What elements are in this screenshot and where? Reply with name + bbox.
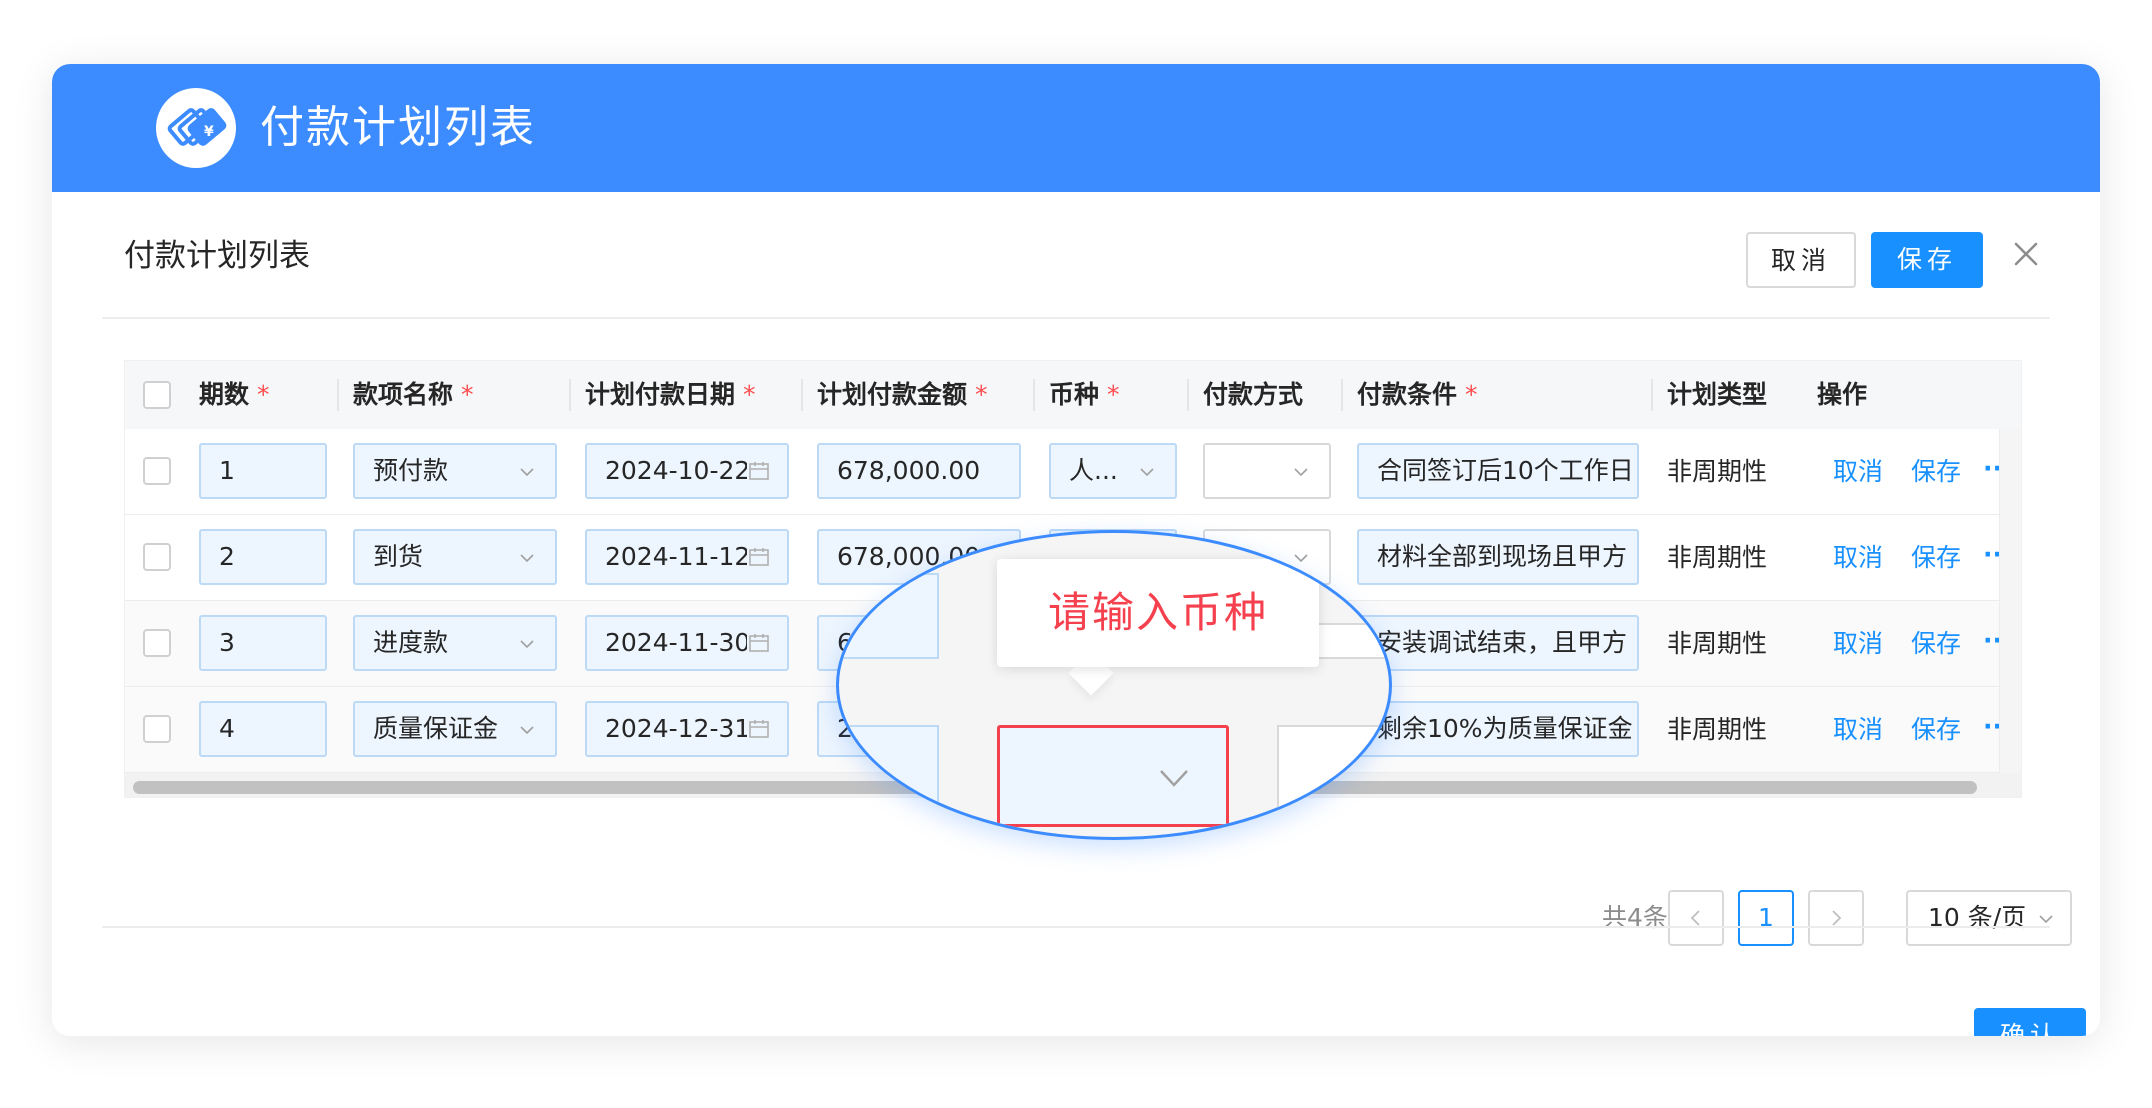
chevron-left-icon	[1690, 910, 1700, 926]
page-size-select[interactable]: 10 条/页	[1906, 890, 2072, 946]
confirm-button[interactable]: 确认	[1974, 1008, 2086, 1036]
row-save-link[interactable]: 保存	[1911, 515, 1961, 601]
plan-type: 非周期性	[1667, 629, 1768, 658]
column-header-condition: 付款条件 *	[1357, 380, 1478, 409]
plan-type: 非周期性	[1667, 457, 1768, 486]
select-all-checkbox[interactable]	[143, 381, 171, 409]
condition-input[interactable]: 剩余10%为质量保证金	[1357, 701, 1639, 757]
cancel-button[interactable]: 取消	[1746, 232, 1856, 288]
method-select[interactable]	[1203, 443, 1331, 499]
name-select[interactable]: 质量保证金	[353, 701, 557, 757]
prev-page-button[interactable]	[1668, 890, 1724, 946]
column-separator	[1187, 379, 1189, 411]
name-select[interactable]: 到货	[353, 529, 557, 585]
chevron-down-icon	[520, 726, 534, 735]
chevron-down-icon	[520, 554, 534, 563]
plan-type: 非周期性	[1667, 715, 1768, 744]
magnified-amount-input	[839, 725, 939, 837]
date-picker[interactable]: 2024-11-30	[585, 615, 789, 671]
column-header-method: 付款方式	[1203, 380, 1304, 409]
row-checkbox[interactable]	[143, 457, 171, 485]
dialog-title: 付款计划列表	[124, 238, 310, 274]
column-header-type: 计划类型	[1667, 380, 1768, 409]
plan-type: 非周期性	[1667, 543, 1768, 572]
row-cancel-link[interactable]: 取消	[1833, 515, 1883, 601]
chevron-down-icon	[1294, 468, 1308, 477]
footer-divider	[102, 926, 2050, 928]
column-separator	[801, 379, 803, 411]
date-picker[interactable]: 2024-11-12	[585, 529, 789, 585]
period-input[interactable]: 3	[199, 615, 327, 671]
period-input[interactable]: 2	[199, 529, 327, 585]
header-banner: ¥ 付款计划列表	[52, 64, 2100, 192]
calendar-icon	[747, 631, 771, 655]
svg-text:¥: ¥	[204, 124, 214, 140]
column-separator	[1341, 379, 1343, 411]
period-input[interactable]: 4	[199, 701, 327, 757]
name-select[interactable]: 预付款	[353, 443, 557, 499]
amount-input[interactable]: 678,000.00	[817, 443, 1021, 499]
condition-input[interactable]: 材料全部到现场且甲方	[1357, 529, 1639, 585]
logo: ¥	[156, 88, 236, 168]
column-separator	[569, 379, 571, 411]
column-header-actions: 操作	[1817, 380, 1868, 409]
pagination-total: 共4条	[1602, 903, 1668, 932]
chevron-down-icon	[2039, 915, 2053, 924]
condition-input[interactable]: 合同签订后10个工作日	[1357, 443, 1639, 499]
table-row: 1 预付款 2024-10-22 678,000.00 人... 合同签订后10…	[125, 429, 2021, 515]
chevron-right-icon	[1832, 910, 1842, 926]
column-separator	[1033, 379, 1035, 411]
next-page-button[interactable]	[1808, 890, 1864, 946]
column-header-name: 款项名称 *	[353, 380, 474, 409]
chevron-down-icon	[520, 640, 534, 649]
date-picker[interactable]: 2024-10-22	[585, 443, 789, 499]
payment-cards-icon: ¥	[167, 108, 227, 146]
header-divider	[102, 317, 2050, 319]
row-save-link[interactable]: 保存	[1911, 687, 1961, 773]
row-checkbox[interactable]	[143, 543, 171, 571]
column-separator	[337, 379, 339, 411]
column-header-date: 计划付款日期 *	[585, 380, 756, 409]
chevron-down-icon	[520, 468, 534, 477]
magnifier-content: 请输入币种	[839, 533, 1389, 837]
banner-title: 付款计划列表	[260, 102, 536, 153]
save-button[interactable]: 保存	[1871, 232, 1983, 288]
row-checkbox[interactable]	[143, 715, 171, 743]
magnified-method-select	[1277, 725, 1389, 837]
row-cancel-link[interactable]: 取消	[1833, 429, 1883, 515]
magnifier-callout: 请输入币种	[836, 530, 1392, 840]
magnified-amount-input	[839, 573, 939, 659]
row-cancel-link[interactable]: 取消	[1833, 687, 1883, 773]
column-header-currency: 币种 *	[1049, 380, 1120, 409]
row-save-link[interactable]: 保存	[1911, 601, 1961, 687]
row-checkbox[interactable]	[143, 629, 171, 657]
column-header-amount: 计划付款金额 *	[817, 380, 988, 409]
calendar-icon	[747, 545, 771, 569]
calendar-icon	[747, 459, 771, 483]
chevron-down-icon	[1160, 770, 1188, 787]
page-1-button[interactable]: 1	[1738, 890, 1794, 946]
currency-select[interactable]: 人...	[1049, 443, 1177, 499]
calendar-icon	[747, 717, 771, 741]
vertical-scrollbar[interactable]	[1999, 429, 2021, 773]
validation-tooltip: 请输入币种	[997, 559, 1319, 667]
row-save-link[interactable]: 保存	[1911, 429, 1961, 515]
name-select[interactable]: 进度款	[353, 615, 557, 671]
column-separator	[1651, 379, 1653, 411]
close-icon[interactable]	[2006, 234, 2046, 274]
currency-select-error[interactable]	[997, 725, 1229, 827]
condition-input[interactable]: 安装调试结束，且甲方	[1357, 615, 1639, 671]
table-header: 期数 * 款项名称 * 计划付款日期 * 计划付款金额 * 币种 * 付款方式 付款条件 *…	[125, 361, 2021, 429]
row-cancel-link[interactable]: 取消	[1833, 601, 1883, 687]
column-header-period: 期数 *	[199, 380, 270, 409]
chevron-down-icon	[1140, 468, 1154, 477]
date-picker[interactable]: 2024-12-31	[585, 701, 789, 757]
period-input[interactable]: 1	[199, 443, 327, 499]
